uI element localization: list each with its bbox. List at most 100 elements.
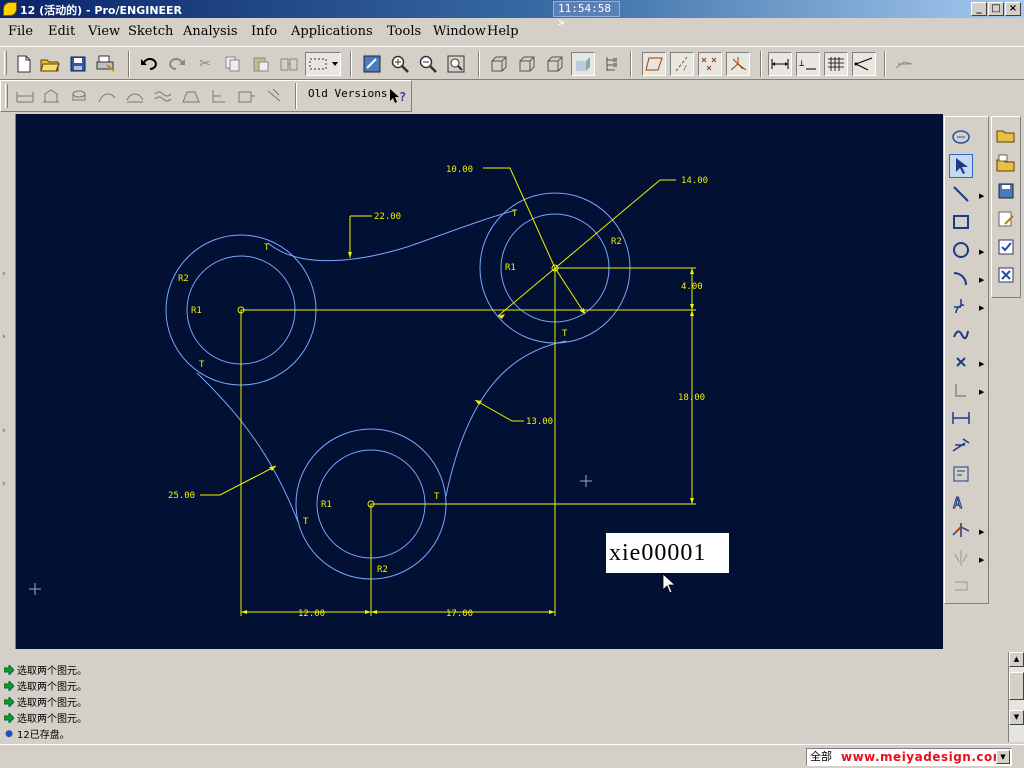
line-tool-icon[interactable] [949, 182, 973, 206]
wireframe-icon[interactable] [487, 52, 511, 76]
print-icon[interactable] [94, 52, 118, 76]
toolbar-grip[interactable] [5, 84, 8, 108]
cancel-x-icon[interactable] [994, 263, 1018, 287]
datum-planes-icon[interactable] [642, 52, 666, 76]
expand-arrow-icon[interactable]: › [2, 479, 6, 489]
minimize-button[interactable]: _ [971, 2, 987, 16]
old-versions-button[interactable]: Old Versions [308, 87, 387, 100]
restore-button[interactable]: □ [988, 2, 1004, 16]
spline-tool-icon[interactable] [949, 322, 973, 346]
message-line: 选取两个图元。 [4, 694, 87, 709]
point-tool-icon[interactable] [949, 350, 973, 374]
trim-tool-icon[interactable] [949, 518, 973, 542]
left-arc [196, 372, 299, 523]
bullet-icon: ● [5, 728, 13, 739]
toolbar-grip[interactable] [4, 51, 7, 75]
mirror-tool-icon[interactable] [949, 546, 973, 570]
repaint-icon[interactable] [360, 52, 384, 76]
message-line: ● 12已存盘。 [5, 728, 70, 742]
show-grid-icon[interactable] [824, 52, 848, 76]
zoom-out-icon[interactable] [416, 52, 440, 76]
show-constraints-icon[interactable]: ⊥ [796, 52, 820, 76]
circle-tool-icon[interactable] [949, 238, 973, 262]
fillet-tool-icon[interactable] [949, 294, 973, 318]
message-scrollbar[interactable]: ▲ ▼ [1008, 652, 1024, 742]
scroll-down-arrow-icon[interactable]: ▼ [1009, 710, 1024, 725]
main-toolbar: ✂ / ⊥ [0, 46, 1024, 80]
expand-arrow-icon[interactable]: › [2, 332, 6, 342]
paste-special-icon[interactable] [277, 52, 301, 76]
redo-icon[interactable] [165, 52, 189, 76]
menu-file[interactable]: File [8, 24, 33, 39]
refit-icon[interactable] [444, 52, 468, 76]
show-vertices-icon[interactable] [852, 52, 876, 76]
open-folder-icon[interactable] [38, 52, 62, 76]
arc-tool-icon[interactable] [949, 266, 973, 290]
copy-icon[interactable] [221, 52, 245, 76]
continue-icon[interactable] [949, 574, 973, 598]
cut-icon[interactable]: ✂ [193, 52, 217, 76]
menu-help[interactable]: Help [487, 24, 519, 39]
sketch-view-icon[interactable] [949, 125, 973, 149]
edit-document-icon[interactable] [994, 207, 1018, 231]
sketch-drawing[interactable]: 10.00 14.00 22.00 4.00 18.00 13.00 25.00… [16, 114, 943, 649]
hidden-line-icon[interactable] [515, 52, 539, 76]
menu-tools[interactable]: Tools [387, 24, 421, 39]
constraint-tool-icon[interactable] [949, 462, 973, 486]
file-folder-icon[interactable] [994, 151, 1018, 175]
select-arrow-icon[interactable] [949, 154, 973, 178]
text-tool-icon[interactable]: A [949, 490, 973, 514]
datum-points-icon[interactable] [698, 52, 722, 76]
round-icon[interactable] [123, 84, 147, 108]
undo-icon[interactable] [137, 52, 161, 76]
zoom-in-icon[interactable] [388, 52, 412, 76]
green-arrow-icon [4, 696, 14, 707]
expand-arrow-icon[interactable]: › [2, 269, 6, 279]
graphics-window[interactable]: 10.00 14.00 22.00 4.00 18.00 13.00 25.00… [16, 114, 943, 649]
draft-icon[interactable] [235, 84, 259, 108]
new-file-icon[interactable] [12, 52, 36, 76]
message-area: 选取两个图元。 选取两个图元。 选取两个图元。 选取两个图元。 ● 12已存盘。 [0, 652, 1008, 742]
sketch-orientation-icon[interactable] [892, 52, 916, 76]
menu-analysis[interactable]: Analysis [183, 24, 238, 39]
message-line: 选取两个图元。 [4, 662, 87, 677]
menu-edit[interactable]: Edit [48, 24, 75, 39]
wave-icon[interactable] [151, 84, 175, 108]
shell-icon[interactable] [179, 84, 203, 108]
blend-icon[interactable] [95, 84, 119, 108]
expand-arrow-icon[interactable]: › [2, 426, 6, 436]
save-icon[interactable] [66, 52, 90, 76]
show-dimensions-icon[interactable] [768, 52, 792, 76]
navigator-collapse-strip[interactable]: › › › › [0, 114, 16, 649]
no-hidden-icon[interactable] [543, 52, 567, 76]
menu-info[interactable]: Info [251, 24, 277, 39]
sweep-icon[interactable] [67, 84, 91, 108]
coordinate-systems-icon[interactable] [726, 52, 750, 76]
selection-box-dropdown[interactable] [305, 52, 341, 76]
shading-icon[interactable] [571, 52, 595, 76]
extrude-icon[interactable] [13, 84, 37, 108]
scroll-thumb[interactable] [1009, 672, 1024, 700]
scroll-up-arrow-icon[interactable]: ▲ [1009, 652, 1024, 667]
save-copy-icon[interactable] [994, 179, 1018, 203]
dropdown-arrow-icon[interactable]: ▼ [996, 750, 1010, 764]
selection-filter-select[interactable]: 全部 www.meiyadesign.com ▼ [806, 748, 1012, 766]
dimension-tool-icon[interactable] [949, 406, 973, 430]
menu-window[interactable]: Window [433, 24, 486, 39]
menu-view[interactable]: View [88, 24, 120, 39]
close-button[interactable]: × [1005, 2, 1021, 16]
datum-axes-icon[interactable]: / [670, 52, 694, 76]
modify-tool-icon[interactable] [949, 434, 973, 458]
paste-icon[interactable] [249, 52, 273, 76]
model-tree-icon[interactable] [599, 52, 623, 76]
rib-icon[interactable] [207, 84, 231, 108]
use-edge-icon[interactable] [949, 378, 973, 402]
menu-sketch[interactable]: Sketch [128, 24, 173, 39]
context-help-icon[interactable]: ? [387, 84, 409, 108]
revolve-icon[interactable] [39, 84, 63, 108]
pattern-icon[interactable] [263, 84, 287, 108]
open-folder-icon[interactable] [994, 123, 1018, 147]
rectangle-tool-icon[interactable] [949, 210, 973, 234]
menu-applications[interactable]: Applications [291, 24, 373, 39]
accept-check-icon[interactable] [994, 235, 1018, 259]
